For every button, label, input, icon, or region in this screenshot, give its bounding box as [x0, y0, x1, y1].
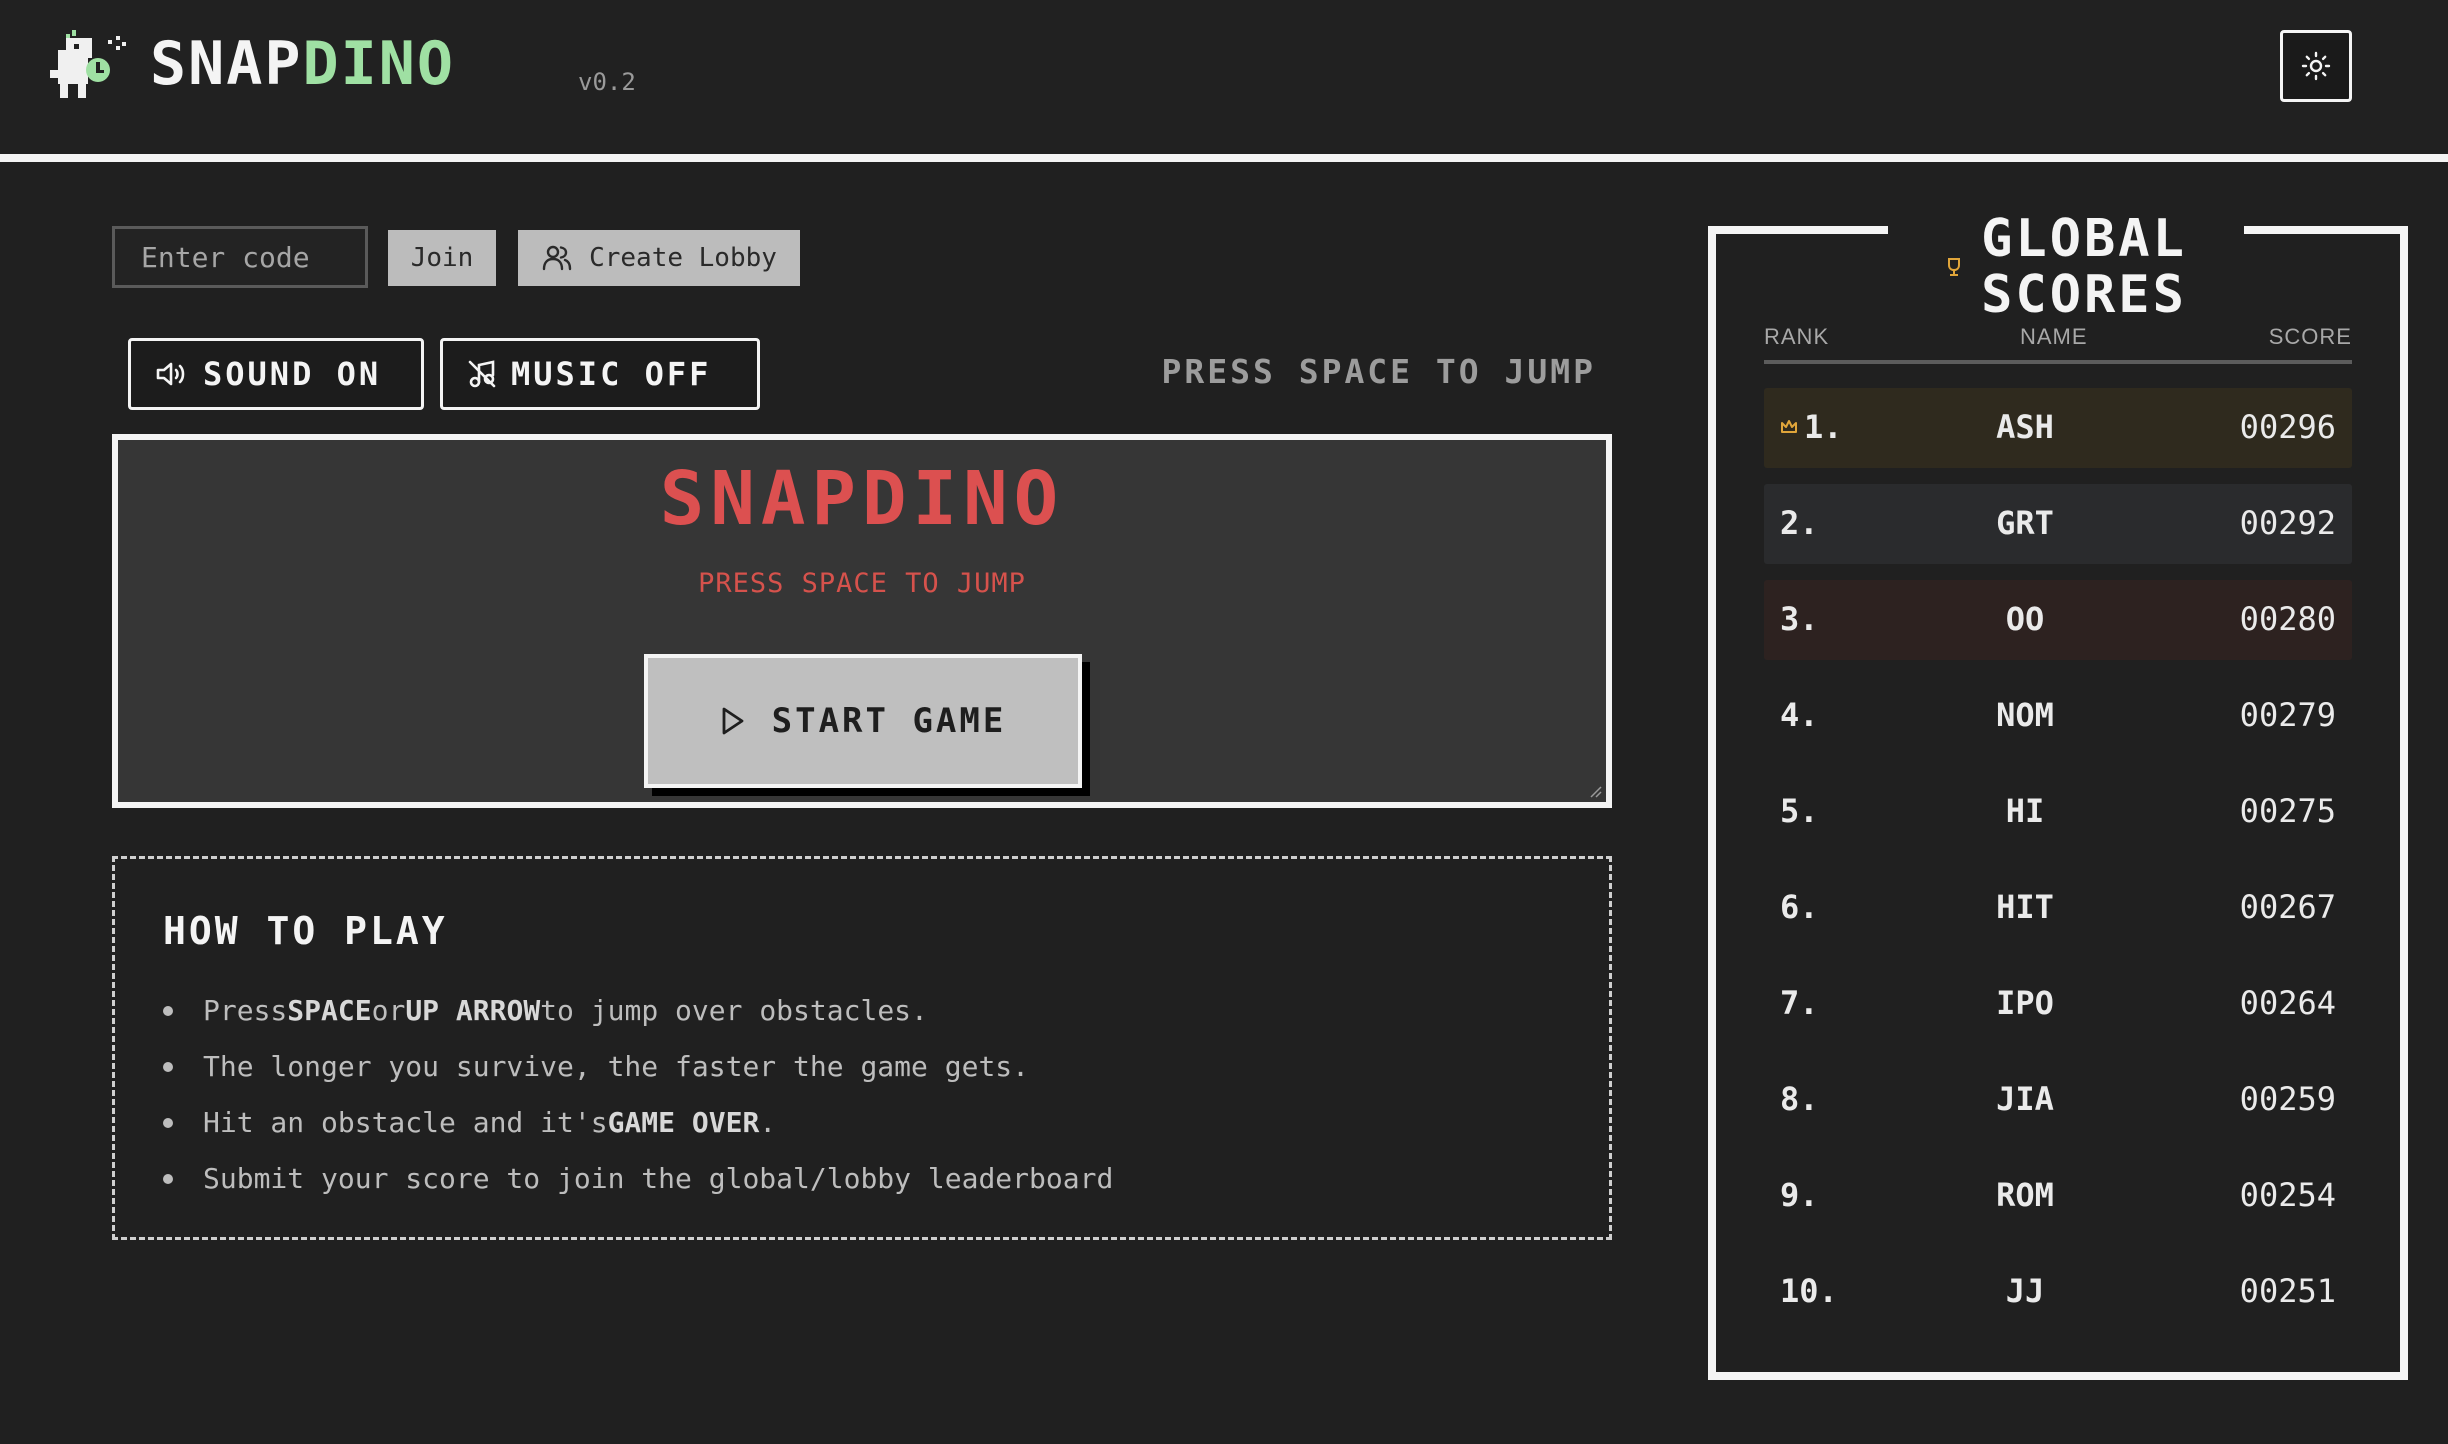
brand-main-text: SNAP [150, 29, 303, 99]
leaderboard-row: 5. HI 00275 [1764, 772, 2352, 852]
row-score: 00251 [2239, 1272, 2336, 1310]
bullet-icon [163, 1118, 173, 1128]
game-over-emphasis: GAME OVER [607, 1106, 760, 1139]
trophy-icon [1948, 258, 1961, 276]
music-toggle-button[interactable]: MUSIC OFF [440, 338, 760, 410]
row-score: 00279 [2239, 696, 2336, 734]
leaderboard-header: RANK NAME SCORE [1764, 324, 2352, 364]
rank-column-header: RANK [1764, 324, 1830, 349]
row-name: IPO [1996, 984, 2054, 1022]
how-to-play-item: The longer you survive, the faster the g… [163, 1039, 1113, 1095]
how-to-play-list: Press ​SPACE or UP ARROW to jump over ob… [163, 983, 1113, 1207]
version-label: v0.2 [578, 68, 636, 96]
sound-toggle-label: SOUND ON [203, 355, 382, 393]
how-to-play-item: Press ​SPACE or UP ARROW to jump over ob… [163, 983, 1113, 1039]
row-name: OO [2005, 600, 2045, 638]
leaderboard-row: 7. IPO 00264 [1764, 964, 2352, 1044]
row-score: 00292 [2239, 504, 2336, 542]
users-icon [542, 245, 572, 271]
join-button[interactable]: Join [388, 230, 496, 286]
create-lobby-button[interactable]: Create Lobby [518, 230, 800, 286]
how-to-play-item: Hit an obstacle and it's GAME OVER. [163, 1095, 1113, 1151]
dino-logo-icon [50, 30, 126, 98]
global-scores-panel: GLOBAL SCORES RANK NAME SCORE 1. ASH 002… [1708, 211, 2408, 1380]
how-to-play-item: Submit your score to join the global/lob… [163, 1151, 1113, 1207]
music-toggle-label: MUSIC OFF [511, 355, 712, 393]
brand-wordmark: SNAPDINO [150, 28, 455, 100]
how-to-play-panel: HOW TO PLAY Press ​SPACE or UP ARROW to … [112, 856, 1612, 1240]
key-space: SPACE [287, 994, 372, 1027]
lobby-code-input[interactable] [112, 226, 368, 288]
row-name: HI [2005, 792, 2045, 830]
row-score: 00264 [2239, 984, 2336, 1022]
row-score: 00254 [2239, 1176, 2336, 1214]
brand-accent-text: DINO [302, 29, 455, 99]
row-name: ROM [1996, 1176, 2054, 1214]
create-lobby-label: Create Lobby [589, 243, 777, 273]
jump-hint-text: PRESS SPACE TO JUMP [1161, 352, 1596, 391]
leaderboard-title-line2: SCORES [1981, 265, 2187, 325]
sound-toggle-button[interactable]: SOUND ON [128, 338, 424, 410]
resize-grip-icon[interactable] [1588, 784, 1602, 798]
bullet-icon [163, 1062, 173, 1072]
leaderboard-row: 6. HIT 00267 [1764, 868, 2352, 948]
leaderboard-row: 10. JJ 00251 [1764, 1252, 2352, 1332]
row-name: NOM [1996, 696, 2054, 734]
name-column-header: NAME [2020, 324, 2088, 349]
row-score: 00280 [2239, 600, 2336, 638]
leaderboard-row: 1. ASH 00296 [1764, 388, 2352, 468]
leaderboard-title: GLOBAL SCORES [1888, 209, 2244, 325]
row-score: 00259 [2239, 1080, 2336, 1118]
play-icon [722, 707, 744, 735]
leaderboard-row: 8. JIA 00259 [1764, 1060, 2352, 1140]
theme-toggle-button[interactable] [2280, 30, 2352, 102]
row-score: 00296 [2239, 408, 2336, 446]
how-to-play-title: HOW TO PLAY [163, 909, 448, 953]
start-game-button[interactable]: START GAME [644, 654, 1082, 788]
row-name: ASH [1996, 408, 2054, 446]
game-canvas[interactable]: SNAPDINO PRESS SPACE TO JUMP START GAME [112, 434, 1612, 808]
row-score: 00275 [2239, 792, 2336, 830]
header-divider [0, 154, 2448, 162]
sun-icon [2301, 51, 2331, 81]
row-score: 00267 [2239, 888, 2336, 926]
app-header: SNAPDINO v0.2 [0, 0, 2448, 154]
game-title: SNAPDINO [659, 456, 1065, 542]
speaker-icon [156, 362, 185, 386]
key-up-arrow: UP ARROW [405, 994, 541, 1027]
game-subtitle: PRESS SPACE TO JUMP [698, 568, 1026, 599]
row-name: JIA [1996, 1080, 2054, 1118]
leaderboard-row: 4. NOM 00279 [1764, 676, 2352, 756]
join-button-label: Join [410, 243, 474, 273]
leaderboard-row: 9. ROM 00254 [1764, 1156, 2352, 1236]
row-name: HIT [1996, 888, 2054, 926]
bullet-icon [163, 1006, 173, 1016]
score-column-header: SCORE [2268, 324, 2352, 349]
bullet-icon [163, 1174, 173, 1184]
row-name: JJ [2005, 1272, 2045, 1310]
music-off-icon [468, 360, 496, 388]
row-name: GRT [1996, 504, 2054, 542]
leaderboard-row: 3. OO 00280 [1764, 580, 2352, 660]
leaderboard-title-line1: GLOBAL [1981, 209, 2187, 269]
start-game-label: START GAME [771, 701, 1007, 741]
leaderboard-row: 2. GRT 00292 [1764, 484, 2352, 564]
